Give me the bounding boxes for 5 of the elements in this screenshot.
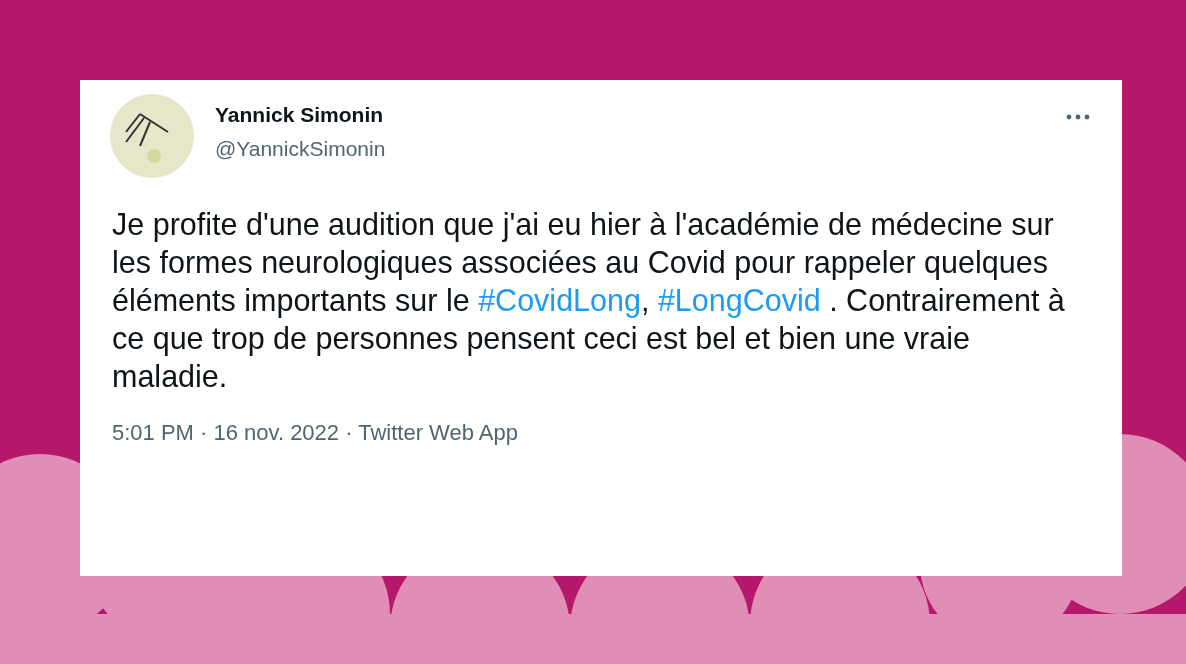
tweet-text: Je profite d'une audition que j'ai eu hier à l'académie de médecine sur les formes neurologiques associées au Covid pour rappeler quelques éléments importants sur le #CovidLong, #LongCovid . Contrairement à ce que trop de personnes pensent ceci est bel et bien une vraie maladie. (112, 206, 1066, 395)
author-handle[interactable]: @YannickSimonin (215, 136, 386, 162)
author-name[interactable]: Yannick Simonin (215, 102, 386, 128)
tweet-timestamp: 5:01 PM · 16 nov. 2022 · Twitter Web App (112, 420, 519, 446)
more-options-icon[interactable] (1066, 114, 1090, 120)
